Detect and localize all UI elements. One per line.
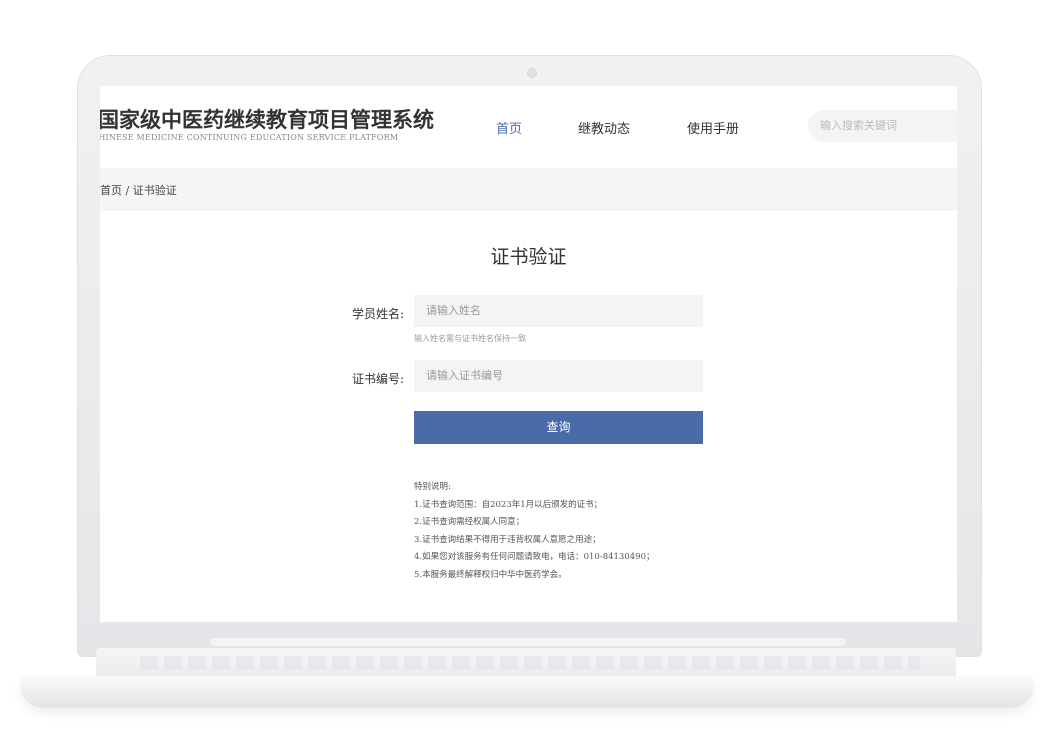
cert-number-label: 证书编号:: [351, 372, 404, 386]
query-button[interactable]: 查询: [414, 411, 703, 444]
note-item: 4.如果您对该服务有任何问题请致电，电话：010-84130490；: [414, 552, 655, 562]
breadcrumb: 首页 / 证书验证: [100, 184, 177, 197]
name-hint: 输入姓名需与证书姓名保持一致: [414, 334, 526, 343]
name-input[interactable]: 请输入姓名: [414, 295, 703, 327]
cert-number-input[interactable]: 请输入证书编号: [414, 360, 703, 392]
note-item: 3.证书查询结果不得用于违背权属人意愿之用途；: [414, 534, 601, 545]
note-item: 5.本服务最终解释权归中华中医药学会。: [414, 569, 567, 580]
name-label: 学员姓名:: [351, 307, 404, 321]
camera-icon: [527, 68, 537, 78]
special-notes: 特别说明: 1.证书查询范围：自2023年1月以后颁发的证书； 2.证书查询需经…: [414, 479, 654, 584]
notes-heading: 特别说明:: [414, 482, 451, 492]
site-header: 国家级中医药继续教育项目管理系统 CHINESE MEDICINE CONTIN…: [100, 86, 957, 166]
breadcrumb-bar: 首页 / 证书验证: [100, 168, 957, 211]
nav-home[interactable]: 首页: [496, 118, 522, 137]
note-item: 2.证书查询需经权属人同意；: [414, 517, 525, 527]
nav-manual[interactable]: 使用手册: [687, 118, 739, 137]
laptop-screen: 国家级中医药继续教育项目管理系统 CHINESE MEDICINE CONTIN…: [100, 86, 957, 622]
laptop-hinge: [210, 638, 846, 646]
site-subtitle: CHINESE MEDICINE CONTINUING EDUCATION SE…: [100, 133, 399, 142]
note-item: 1.证书查询范围：自2023年1月以后颁发的证书；: [414, 499, 603, 510]
search-input[interactable]: 输入搜索关键词: [808, 110, 957, 142]
keyboard-keys: [140, 656, 920, 670]
nav-news[interactable]: 继教动态: [578, 118, 630, 137]
page-title: 证书验证: [490, 246, 567, 268]
site-title[interactable]: 国家级中医药继续教育项目管理系统: [100, 104, 434, 134]
laptop-base: [20, 676, 1034, 708]
